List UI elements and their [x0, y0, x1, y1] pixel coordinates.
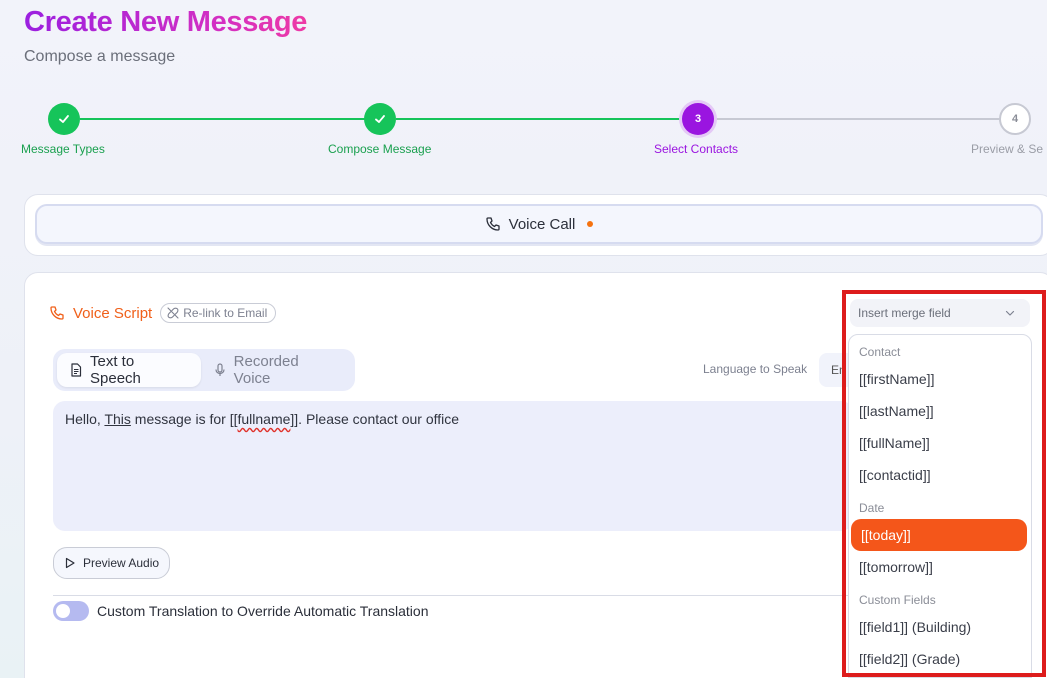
- document-icon: [69, 363, 83, 377]
- step-3-label[interactable]: Select Contacts: [654, 142, 738, 156]
- menu-item-field2[interactable]: [[field2]] (Grade): [849, 643, 1031, 675]
- menu-item-field1[interactable]: [[field1]] (Building): [849, 611, 1031, 643]
- relink-email-label: Re-link to Email: [183, 306, 268, 320]
- status-dot: [587, 221, 594, 227]
- step-1-label[interactable]: Message Types: [21, 142, 105, 156]
- custom-translation-row: Custom Translation to Override Automatic…: [53, 601, 428, 621]
- unlink-icon: [167, 307, 179, 319]
- tab-text-to-speech-label: Text to Speech: [90, 353, 141, 387]
- microphone-icon: [213, 363, 227, 377]
- script-text: message is for [[: [130, 411, 238, 427]
- step-4-label[interactable]: Preview & Se: [971, 142, 1043, 156]
- tab-recorded-voice[interactable]: Recorded Voice: [201, 353, 351, 387]
- voice-script-label: Voice Script: [73, 304, 153, 322]
- menu-group-date: Date: [859, 501, 885, 515]
- custom-translation-label: Custom Translation to Override Automatic…: [97, 603, 429, 619]
- preview-audio-label: Preview Audio: [83, 556, 160, 570]
- menu-item-today[interactable]: [[today]]: [851, 519, 1027, 551]
- voice-call-label: Voice Call: [508, 215, 576, 233]
- custom-translation-toggle[interactable]: [53, 601, 89, 621]
- page-title: Create New Message: [24, 6, 308, 38]
- phone-icon: [485, 216, 501, 232]
- step-connector: [396, 118, 682, 120]
- merge-field-placeholder: Insert merge field: [858, 306, 951, 320]
- step-1-check-icon[interactable]: [48, 103, 80, 135]
- voice-source-tabs: Text to Speech Recorded Voice: [53, 349, 355, 391]
- language-label: Language to Speak: [703, 362, 808, 376]
- step-2-label[interactable]: Compose Message: [328, 142, 431, 156]
- script-text: This: [104, 411, 131, 427]
- chevron-down-icon: [1004, 307, 1016, 319]
- phone-icon: [49, 305, 65, 321]
- menu-item-firstname[interactable]: [[firstName]]: [849, 363, 1031, 395]
- menu-item-lastname[interactable]: [[lastName]]: [849, 395, 1031, 427]
- menu-item-tomorrow[interactable]: [[tomorrow]]: [849, 551, 1031, 583]
- script-text: Hello,: [65, 411, 105, 427]
- voice-script-header: Voice Script Re-link to Email: [49, 303, 277, 323]
- script-text: fullname: [237, 411, 291, 427]
- divider: [53, 595, 853, 596]
- play-icon: [64, 557, 76, 569]
- script-text: ]]. Please contact our office: [290, 411, 460, 427]
- script-textarea[interactable]: Hello, This message is for [[fullname]].…: [53, 401, 853, 531]
- preview-audio-button[interactable]: Preview Audio: [53, 547, 171, 579]
- step-2-check-icon[interactable]: [364, 103, 396, 135]
- menu-item-fullname[interactable]: [[fullName]]: [849, 427, 1031, 459]
- tab-text-to-speech[interactable]: Text to Speech: [57, 353, 201, 387]
- menu-group-contact: Contact: [859, 345, 901, 359]
- voice-call-tab[interactable]: Voice Call: [35, 204, 1043, 244]
- step-connector: [80, 118, 365, 120]
- tab-recorded-voice-label: Recorded Voice: [233, 353, 299, 387]
- relink-email-button[interactable]: Re-link to Email: [160, 303, 277, 323]
- step-3-number[interactable]: 3: [682, 103, 714, 135]
- step-connector: [714, 118, 1000, 120]
- menu-item-contactid[interactable]: [[contactid]]: [849, 459, 1031, 491]
- menu-group-custom-fields: Custom Fields: [859, 593, 936, 607]
- page-subtitle: Compose a message: [24, 48, 176, 65]
- merge-field-select[interactable]: Insert merge field: [850, 299, 1030, 327]
- channel-card: Voice Call: [24, 194, 1047, 256]
- step-4-number[interactable]: 4: [999, 103, 1031, 135]
- merge-field-menu: Contact [[firstName]] [[lastName]] [[ful…: [848, 334, 1032, 678]
